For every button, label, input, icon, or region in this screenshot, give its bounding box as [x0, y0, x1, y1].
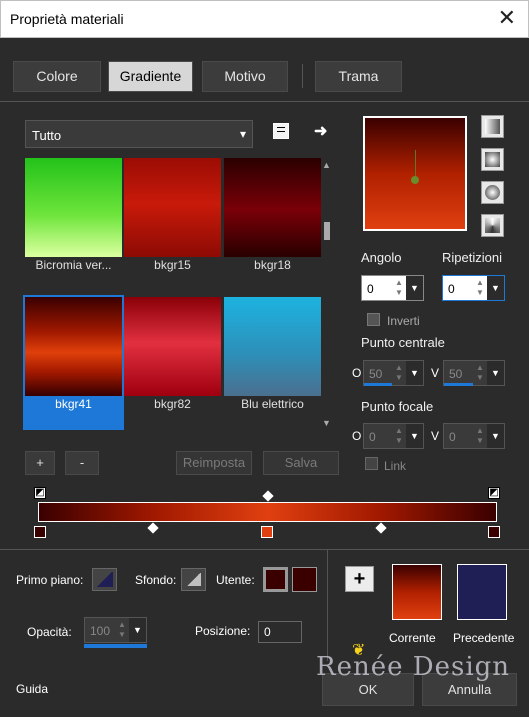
- color-stop-marker[interactable]: [488, 526, 500, 538]
- center-h-value: 50: [369, 367, 383, 381]
- save-button[interactable]: Salva: [263, 451, 339, 475]
- color-midpoint-marker[interactable]: [375, 522, 387, 534]
- divider: [0, 549, 529, 550]
- gradient-label: bkgr18: [224, 257, 321, 273]
- gradient-label: bkgr41: [25, 396, 122, 412]
- category-value: Tutto: [32, 128, 62, 143]
- opacity-stop-start-icon[interactable]: ◩: [34, 487, 46, 499]
- opacity-midpoint-marker[interactable]: [262, 490, 274, 502]
- close-icon[interactable]: ✕: [498, 5, 516, 31]
- category-select[interactable]: Tutto ▾: [25, 120, 253, 148]
- radial-gradient-style-icon[interactable]: [481, 181, 504, 204]
- position-label: Posizione:: [195, 624, 251, 638]
- link-label: Link: [384, 459, 407, 473]
- position-field[interactable]: 0: [258, 621, 302, 643]
- focal-h-label: O: [352, 429, 362, 443]
- current-swatch[interactable]: [392, 564, 442, 620]
- gradient-swatch[interactable]: Blu elettrico: [224, 297, 321, 412]
- gradient-label: bkgr15: [124, 257, 221, 273]
- rectangular-gradient-style-icon[interactable]: [481, 148, 504, 171]
- link-checkbox[interactable]: [365, 457, 378, 470]
- scrollbar[interactable]: ▲ ▼: [320, 160, 334, 430]
- center-point-label: Punto centrale: [361, 335, 445, 350]
- watermark: Renée Design: [316, 652, 511, 682]
- focal-point-label: Punto focale: [361, 399, 434, 414]
- repeats-label: Ripetizioni: [442, 250, 502, 265]
- bg-label: Sfondo:: [135, 573, 177, 587]
- fg-label: Primo piano:: [16, 573, 84, 587]
- angle-label: Angolo: [361, 250, 402, 265]
- angle-value: 0: [367, 282, 374, 296]
- focal-v-stepper[interactable]: 0 ▲ ▼ ▼: [443, 423, 505, 449]
- opacity-level-bar: [84, 644, 147, 648]
- user-label: Utente:: [216, 573, 255, 587]
- color-stop-marker[interactable]: [261, 526, 273, 538]
- add-swatch-button[interactable]: +: [345, 566, 374, 592]
- gradient-swatch[interactable]: Bicromia ver...: [25, 158, 122, 273]
- color-stop-marker[interactable]: [34, 526, 46, 538]
- focal-v-label: V: [431, 429, 440, 443]
- tab-divider: [302, 64, 303, 88]
- bg-style-icon[interactable]: [181, 568, 206, 591]
- library-icon[interactable]: [273, 123, 289, 139]
- focal-h-value: 0: [369, 430, 376, 444]
- gradient-swatch[interactable]: bkgr15: [124, 158, 221, 273]
- center-v-value: 50: [449, 367, 463, 381]
- position-value: 0: [264, 625, 271, 639]
- previous-swatch[interactable]: [457, 564, 507, 620]
- focal-h-stepper[interactable]: 0 ▲ ▼ ▼: [363, 423, 424, 449]
- gradient-swatch[interactable]: bkgr41: [25, 297, 122, 412]
- focal-v-value: 0: [449, 430, 456, 444]
- tab-gradiente[interactable]: Gradiente: [108, 61, 193, 92]
- invert-label: Inverti: [387, 314, 420, 328]
- center-h-label: O: [352, 366, 362, 380]
- reset-button[interactable]: Reimposta: [176, 451, 252, 475]
- title-bar: Proprietà materiali ✕: [0, 0, 529, 38]
- window-title: Proprietà materiali: [10, 11, 124, 27]
- gradient-preview[interactable]: [363, 116, 467, 231]
- invert-checkbox[interactable]: [367, 313, 380, 326]
- color-midpoint-marker[interactable]: [147, 522, 159, 534]
- divider: [327, 549, 328, 661]
- opacity-label: Opacità:: [27, 625, 72, 639]
- center-v-stepper[interactable]: 50 ▲ ▼ ▼: [443, 360, 505, 386]
- fg-style-icon[interactable]: [92, 568, 117, 591]
- opacity-stop-end-icon[interactable]: ◩: [488, 487, 500, 499]
- gradient-swatch[interactable]: bkgr82: [124, 297, 221, 412]
- previous-label: Precedente: [453, 631, 515, 645]
- sunburst-gradient-style-icon[interactable]: [481, 214, 504, 237]
- user-color-swatch[interactable]: [263, 567, 288, 592]
- center-v-label: V: [431, 366, 440, 380]
- remove-gradient-button[interactable]: -: [65, 451, 99, 475]
- current-label: Corrente: [389, 631, 436, 645]
- add-gradient-button[interactable]: +: [25, 451, 55, 475]
- tab-colore[interactable]: Colore: [13, 61, 101, 92]
- gradient-editor-bar[interactable]: [38, 502, 497, 522]
- tab-motivo[interactable]: Motivo: [202, 61, 288, 92]
- gradient-label: Bicromia ver...: [25, 257, 122, 273]
- arrow-right-icon[interactable]: ➜: [314, 121, 327, 141]
- center-h-stepper[interactable]: 50 ▲ ▼ ▼: [363, 360, 424, 386]
- chevron-down-icon: ▾: [239, 127, 246, 141]
- gradient-label: Blu elettrico: [224, 396, 321, 412]
- opacity-stepper[interactable]: 100 ▲ ▼ ▼: [84, 617, 147, 643]
- divider: [0, 101, 529, 102]
- repeats-stepper[interactable]: 0 ▲ ▼ ▼: [442, 275, 505, 301]
- tab-trama[interactable]: Trama: [315, 61, 402, 92]
- gradient-swatch[interactable]: bkgr18: [224, 158, 321, 273]
- linear-gradient-style-icon[interactable]: [481, 115, 504, 138]
- gradient-label: bkgr82: [124, 396, 221, 412]
- help-link[interactable]: Guida: [16, 682, 48, 696]
- user-color-swatch[interactable]: [292, 567, 317, 592]
- opacity-value: 100: [90, 624, 111, 638]
- angle-stepper[interactable]: 0 ▲ ▼ ▼: [361, 275, 424, 301]
- repeats-value: 0: [448, 282, 455, 296]
